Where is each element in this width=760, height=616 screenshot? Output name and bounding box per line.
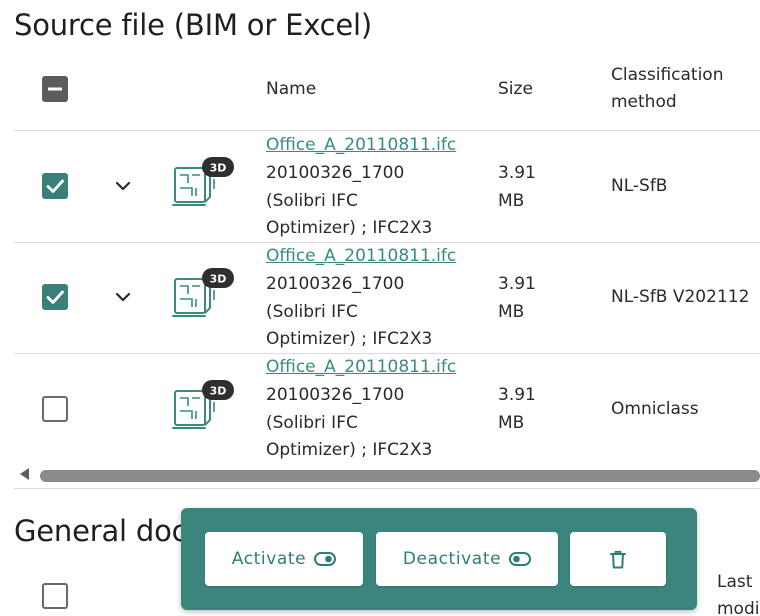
bim-model-icon: 3D bbox=[172, 380, 234, 429]
badge-3d-label: 3D bbox=[210, 385, 227, 398]
bulk-action-toolbar: Activate Deactivate bbox=[181, 508, 697, 610]
column-header-name[interactable]: Name bbox=[266, 76, 316, 103]
activate-button-label: Activate bbox=[231, 549, 307, 569]
description-line: Optimizer) ; IFC2X3 bbox=[266, 440, 433, 460]
toggle-on-icon bbox=[314, 552, 337, 566]
size-value: 3.91 bbox=[498, 163, 536, 183]
column-header-classification[interactable]: Classification method bbox=[611, 62, 723, 116]
description-line: 20100326_1700 bbox=[266, 163, 405, 183]
deactivate-button[interactable]: Deactivate bbox=[376, 532, 558, 586]
file-description: 20100326_1700 (Solibri IFC Optimizer) ; … bbox=[266, 382, 486, 465]
description-line: (Solibri IFC bbox=[266, 190, 358, 211]
size-unit: MB bbox=[498, 190, 525, 211]
row-divider bbox=[14, 130, 760, 131]
file-size: 3.91 MB bbox=[498, 382, 558, 437]
row-checkbox[interactable] bbox=[42, 284, 68, 310]
delete-button[interactable] bbox=[570, 532, 666, 586]
chevron-down-icon[interactable] bbox=[113, 176, 133, 196]
select-all-documents-checkbox[interactable] bbox=[42, 583, 68, 609]
description-line: Optimizer) ; IFC2X3 bbox=[266, 218, 433, 238]
description-line: Optimizer) ; IFC2X3 bbox=[266, 329, 433, 349]
activate-button[interactable]: Activate bbox=[205, 532, 363, 586]
bim-model-icon: 3D bbox=[172, 157, 234, 206]
file-description: 20100326_1700 (Solibri IFC Optimizer) ; … bbox=[266, 271, 486, 354]
source-file-section-title: Source file (BIM or Excel) bbox=[14, 8, 373, 42]
badge-3d-label: 3D bbox=[210, 162, 227, 175]
file-link[interactable]: Office_A_20110811.ifc bbox=[266, 354, 456, 381]
badge-3d-label: 3D bbox=[210, 273, 227, 286]
size-value: 3.91 bbox=[498, 274, 536, 294]
size-unit: MB bbox=[498, 301, 525, 322]
column-header-last-modified[interactable]: Last modi bbox=[717, 569, 759, 616]
row-checkbox[interactable] bbox=[42, 396, 68, 422]
last-modified-line1: Last bbox=[717, 572, 753, 592]
size-unit: MB bbox=[498, 412, 525, 433]
table-bottom-border bbox=[14, 488, 760, 489]
description-line: (Solibri IFC bbox=[266, 412, 358, 433]
classification-method: NL-SfB V202112 bbox=[611, 287, 750, 307]
horizontal-scrollbar-thumb[interactable] bbox=[40, 470, 760, 482]
select-all-checkbox[interactable] bbox=[42, 76, 68, 102]
description-line: (Solibri IFC bbox=[266, 301, 358, 322]
description-line: 20100326_1700 bbox=[266, 274, 405, 294]
file-size: 3.91 MB bbox=[498, 271, 558, 326]
column-header-size[interactable]: Size bbox=[498, 76, 533, 103]
classification-method: Omniclass bbox=[611, 399, 699, 419]
description-line: 20100326_1700 bbox=[266, 385, 405, 405]
size-value: 3.91 bbox=[498, 385, 536, 405]
column-header-classification-line1: Classification bbox=[611, 65, 724, 85]
file-link[interactable]: Office_A_20110811.ifc bbox=[266, 132, 456, 159]
file-link[interactable]: Office_A_20110811.ifc bbox=[266, 243, 456, 270]
file-size: 3.91 MB bbox=[498, 160, 558, 215]
column-header-classification-line2: method bbox=[611, 92, 677, 112]
deactivate-button-label: Deactivate bbox=[402, 549, 502, 569]
bim-model-icon: 3D bbox=[172, 268, 234, 317]
trash-icon bbox=[610, 550, 626, 568]
file-description: 20100326_1700 (Solibri IFC Optimizer) ; … bbox=[266, 160, 486, 243]
classification-method: NL-SfB bbox=[611, 176, 668, 196]
toggle-off-icon bbox=[509, 552, 532, 566]
chevron-down-icon[interactable] bbox=[113, 287, 133, 307]
row-checkbox[interactable] bbox=[42, 173, 68, 199]
scroll-left-arrow-icon[interactable] bbox=[20, 468, 29, 480]
last-modified-line2: modi bbox=[717, 599, 760, 616]
